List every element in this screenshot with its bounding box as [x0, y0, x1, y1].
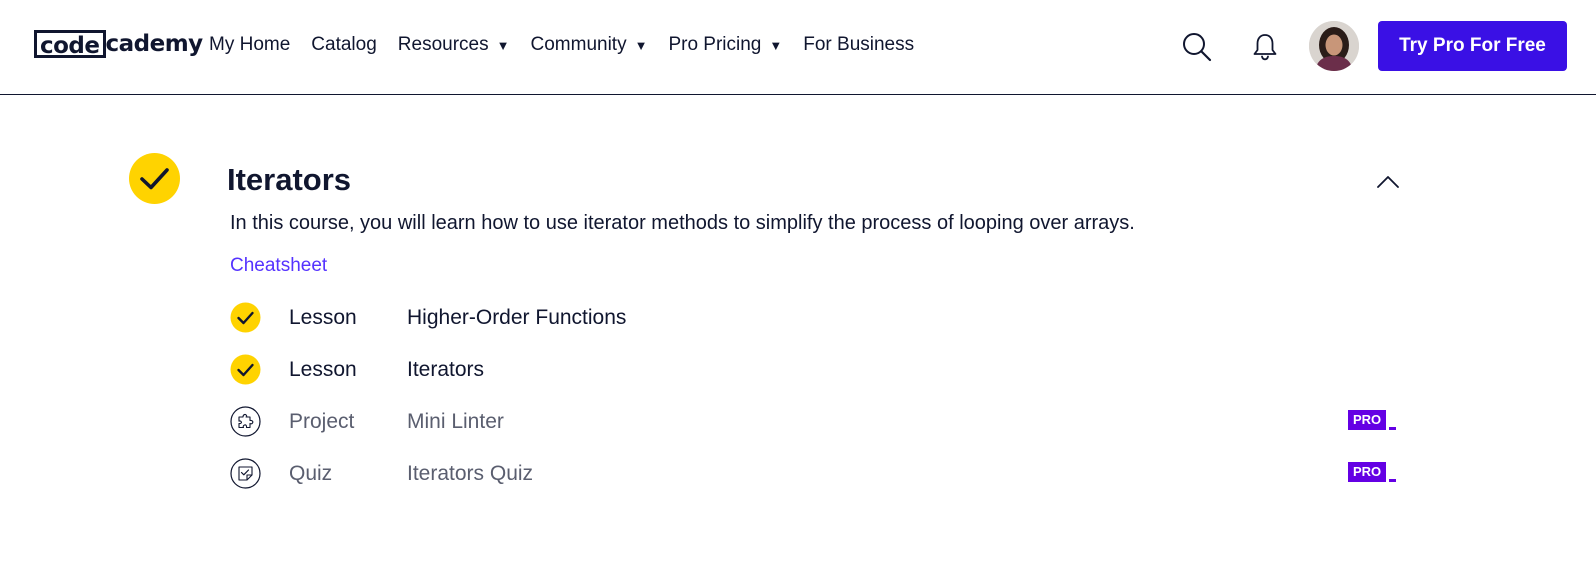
nav-for-business-label: For Business [803, 34, 915, 55]
item-type: Project [289, 410, 355, 433]
nav-pro-pricing-label: Pro Pricing [668, 34, 762, 55]
user-avatar[interactable] [1309, 21, 1359, 71]
nav-resources[interactable]: Resources ▼ [398, 34, 510, 56]
check-icon [230, 302, 261, 333]
caret-down-icon: ▼ [634, 37, 648, 53]
search-button[interactable] [1181, 31, 1213, 63]
chevron-up-icon [1377, 176, 1399, 188]
nav-my-home[interactable]: My Home [209, 34, 290, 56]
list-item[interactable]: Lesson Iterators [230, 354, 1400, 386]
logo-rest-text: cademy [105, 31, 204, 57]
nav-pro-pricing[interactable]: Pro Pricing ▼ [668, 34, 782, 56]
nav-resources-label: Resources [397, 34, 489, 55]
item-type: Quiz [289, 462, 333, 485]
quiz-icon [230, 458, 261, 489]
nav-catalog[interactable]: Catalog [311, 34, 377, 56]
pro-badge: PRO [1348, 410, 1397, 430]
collapse-module-button[interactable] [1374, 168, 1402, 194]
module-completed-badge [129, 153, 180, 204]
caret-down-icon: ▼ [769, 37, 783, 53]
nav-community[interactable]: Community ▼ [531, 34, 648, 56]
logo-boxed-text: code [34, 30, 106, 59]
pro-badge-cursor [1389, 427, 1397, 430]
check-icon [230, 354, 261, 385]
module-title: Iterators [227, 162, 352, 197]
nav-for-business[interactable]: For Business [803, 34, 914, 56]
list-item[interactable]: Quiz Iterators Quiz PRO [230, 458, 1400, 490]
main-nav: My Home Catalog Resources ▼ Community ▼ … [209, 30, 935, 60]
item-type: Lesson [289, 306, 357, 329]
puzzle-icon [230, 406, 261, 437]
caret-down-icon: ▼ [496, 37, 510, 53]
pro-badge-label: PRO [1348, 410, 1387, 430]
cheatsheet-link[interactable]: Cheatsheet [230, 253, 327, 279]
item-name-link[interactable]: Iterators Quiz [407, 460, 533, 488]
item-name-link[interactable]: Higher-Order Functions [407, 304, 626, 332]
nav-community-label: Community [530, 34, 627, 55]
item-name-link[interactable]: Mini Linter [407, 408, 504, 436]
list-item[interactable]: Lesson Higher-Order Functions [230, 302, 1400, 334]
avatar-image [1309, 21, 1359, 71]
nav-catalog-label: Catalog [311, 34, 377, 55]
item-name-link[interactable]: Iterators [407, 356, 484, 384]
pro-badge-label: PRO [1348, 462, 1387, 482]
bell-icon [1253, 34, 1277, 61]
pro-badge: PRO [1348, 462, 1397, 482]
item-type: Lesson [289, 358, 357, 381]
list-item[interactable]: Project Mini Linter PRO [230, 406, 1400, 438]
top-navigation-bar: code cademy My Home Catalog Resources ▼ … [0, 0, 1596, 95]
pro-badge-cursor [1389, 479, 1397, 482]
module-description: In this course, you will learn how to us… [230, 212, 1135, 234]
notifications-button[interactable] [1252, 33, 1278, 61]
try-pro-button[interactable]: Try Pro For Free [1378, 21, 1567, 71]
codecademy-logo[interactable]: code cademy [34, 27, 203, 61]
search-icon [1183, 33, 1212, 62]
nav-my-home-label: My Home [209, 34, 291, 55]
check-icon [140, 168, 169, 190]
